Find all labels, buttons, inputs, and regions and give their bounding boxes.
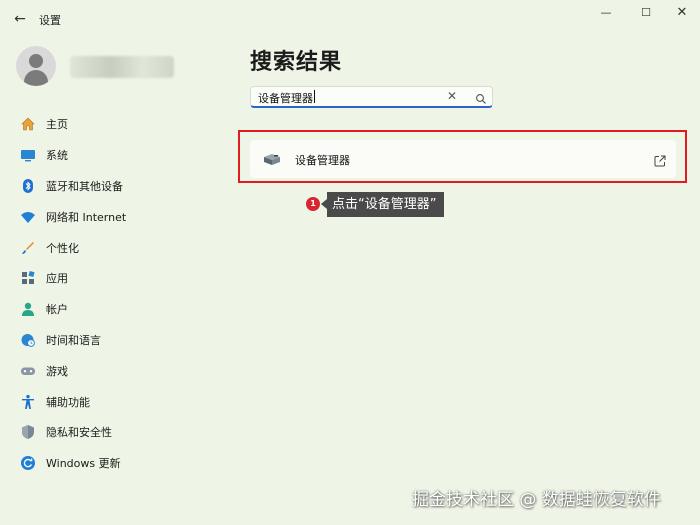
back-arrow-icon[interactable]: ← [10, 9, 30, 29]
apps-icon [20, 270, 36, 286]
home-icon [20, 116, 36, 132]
page-title: 搜索结果 [250, 50, 343, 75]
sidebar-item-label: 蓝牙和其他设备 [46, 179, 123, 193]
step-number-badge: 1 [306, 197, 320, 211]
monitor-icon [20, 147, 36, 163]
minimize-button[interactable]: — [589, 4, 623, 22]
step-instruction-tooltip: 点击“设备管理器” [320, 192, 445, 217]
gamepad-icon [20, 363, 36, 379]
sidebar-item-windows-update[interactable]: Windows 更新 [12, 448, 232, 479]
sidebar-item-apps[interactable]: 应用 [12, 263, 232, 294]
shield-icon [20, 424, 36, 440]
blurred-user-name [70, 56, 174, 78]
accessibility-icon [20, 394, 36, 410]
sidebar-item-personalization[interactable]: 个性化 [12, 232, 232, 263]
sidebar-item-label: 网络和 Internet [46, 210, 127, 224]
update-icon [20, 455, 36, 471]
sidebar-item-label: 个性化 [46, 241, 79, 255]
app-title: 设置 [39, 14, 61, 27]
highlight-box [238, 130, 687, 183]
brush-icon [20, 240, 36, 256]
sidebar-item-home[interactable]: 主页 [12, 109, 232, 140]
sidebar-item-label: 时间和语言 [46, 333, 101, 347]
sidebar-item-gaming[interactable]: 游戏 [12, 355, 232, 386]
title-bar: ← 设置 — ☐ ✕ [0, 0, 700, 36]
account-icon [20, 301, 36, 317]
sidebar-item-label: 辅助功能 [46, 395, 90, 409]
watermark: 掘金技术社区 @ 数据蛙恢复软件 [412, 490, 661, 510]
sidebar-item-label: 应用 [46, 272, 68, 286]
sidebar-nav: 主页 系统 蓝牙和其他设备 网络和 Internet 个性化 应用 帐户 时间和… [12, 109, 232, 479]
sidebar-item-system[interactable]: 系统 [12, 140, 232, 171]
user-profile[interactable] [16, 46, 216, 90]
text-caret [314, 90, 315, 103]
sidebar-item-label: 帐户 [46, 303, 68, 317]
globe-clock-icon [20, 332, 36, 348]
search-icon[interactable] [475, 90, 487, 109]
maximize-button[interactable]: ☐ [629, 4, 663, 22]
search-input[interactable]: 设备管理器 ✕ [250, 86, 493, 108]
close-button[interactable]: ✕ [665, 4, 699, 22]
sidebar-item-time-language[interactable]: 时间和语言 [12, 325, 232, 356]
sidebar-item-network[interactable]: 网络和 Internet [12, 201, 232, 232]
sidebar-item-label: 系统 [46, 149, 68, 163]
search-input-value[interactable]: 设备管理器 [258, 90, 313, 106]
clear-icon[interactable]: ✕ [447, 89, 457, 103]
sidebar-item-label: 游戏 [46, 364, 68, 378]
sidebar-item-bluetooth[interactable]: 蓝牙和其他设备 [12, 171, 232, 202]
bluetooth-icon [20, 178, 36, 194]
sidebar-item-privacy[interactable]: 隐私和安全性 [12, 417, 232, 448]
sidebar-item-accessibility[interactable]: 辅助功能 [12, 386, 232, 417]
sidebar-item-label: Windows 更新 [46, 457, 121, 471]
sidebar-item-label: 隐私和安全性 [46, 426, 112, 440]
sidebar-item-accounts[interactable]: 帐户 [12, 294, 232, 325]
wifi-icon [20, 209, 36, 225]
avatar [16, 46, 56, 86]
sidebar-item-label: 主页 [46, 118, 68, 132]
